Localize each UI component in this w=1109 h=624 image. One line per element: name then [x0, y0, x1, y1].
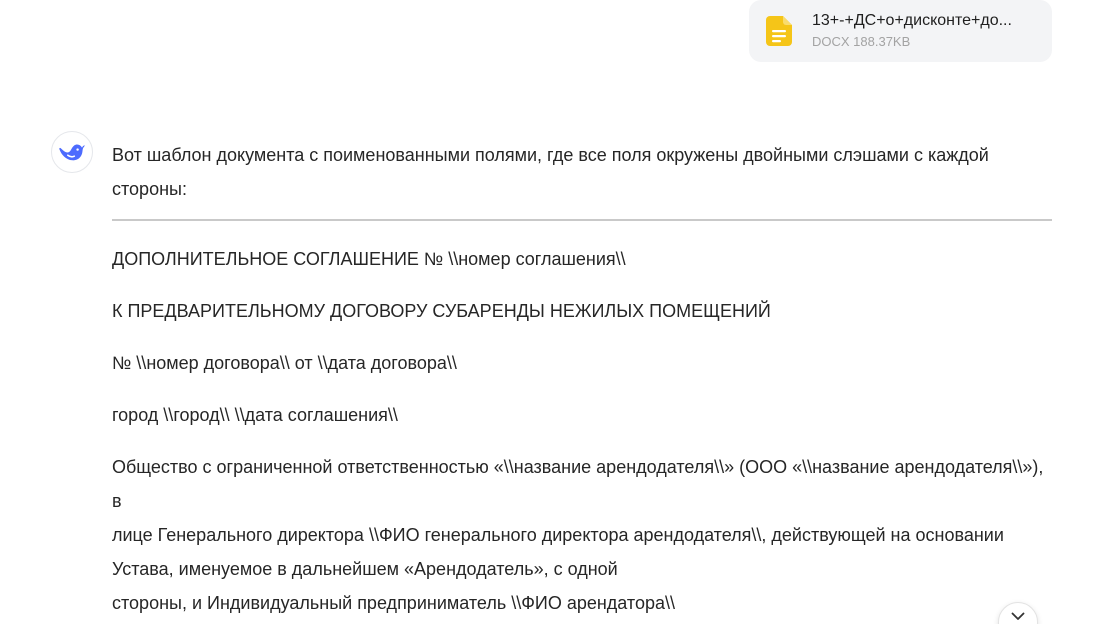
- parties-paragraph: Общество с ограниченной ответственностью…: [112, 450, 1052, 620]
- whale-logo-icon: [59, 144, 85, 161]
- chevron-down-icon: [1011, 612, 1025, 620]
- intro-text: Вот шаблон документа с поименованными по…: [112, 145, 989, 199]
- parties-line: стороны, и Индивидуальный предпринимател…: [112, 593, 675, 613]
- document-icon: [766, 16, 792, 46]
- parties-line: лице Генерального директора \\ФИО генера…: [112, 525, 1004, 579]
- assistant-avatar: [51, 131, 93, 173]
- city-date-line: город \\город\\ \\дата соглашения\\: [112, 405, 398, 425]
- parties-line: Общество с ограниченной ответственностью…: [112, 457, 1044, 511]
- file-attachment-card[interactable]: 13+-+ДС+о+дисконте+до... DOCX 188.37KB: [749, 0, 1052, 62]
- horizontal-rule: [112, 219, 1052, 221]
- contract-subject-line: К ПРЕДВАРИТЕЛЬНОМУ ДОГОВОРУ СУБАРЕНДЫ НЕ…: [112, 301, 771, 321]
- chat-page: 13+-+ДС+о+дисконте+до... DOCX 188.37KB В…: [0, 0, 1109, 624]
- file-meta: 13+-+ДС+о+дисконте+до... DOCX 188.37KB: [812, 11, 1047, 51]
- file-name: 13+-+ДС+о+дисконте+до...: [812, 12, 1012, 29]
- contract-number-line: № \\номер договора\\ от \\дата договора\…: [112, 353, 457, 373]
- file-type-size: DOCX 188.37KB: [812, 34, 911, 49]
- assistant-message: Вот шаблон документа с поименованными по…: [112, 138, 1052, 620]
- agreement-title-line: ДОПОЛНИТЕЛЬНОЕ СОГЛАШЕНИЕ № \\номер согл…: [112, 249, 626, 269]
